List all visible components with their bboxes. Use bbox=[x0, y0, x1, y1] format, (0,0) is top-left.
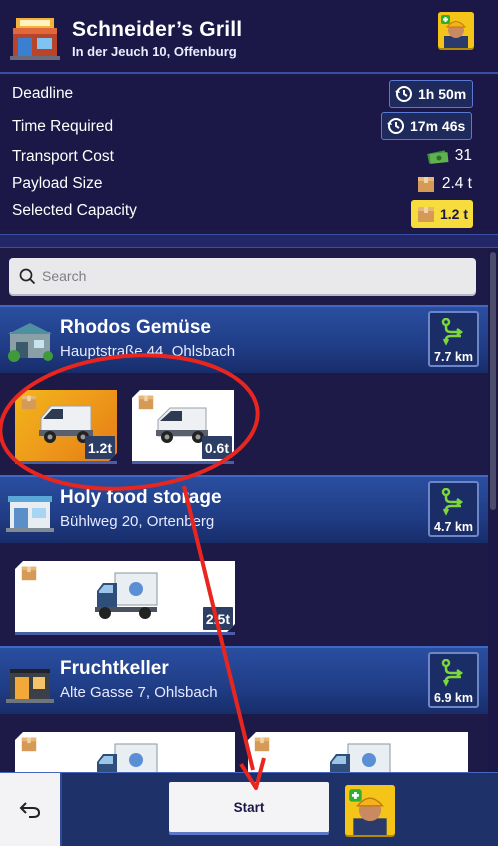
selected-capacity-value: 1.2 t bbox=[439, 206, 468, 222]
cash-icon bbox=[426, 150, 449, 164]
time-required-label: Time Required bbox=[12, 118, 114, 135]
package-box-icon bbox=[20, 735, 38, 753]
package-box-icon bbox=[417, 207, 434, 222]
vehicle-card[interactable]: 2.5t bbox=[15, 561, 235, 632]
search-icon bbox=[19, 268, 36, 284]
vehicle-card[interactable] bbox=[15, 732, 235, 772]
order-details-panel: Deadline 1h 50m Time Required 17m 46s Tr… bbox=[0, 76, 498, 230]
store-address: Alte Gasse 7, Ohlsbach bbox=[60, 684, 218, 701]
route-icon bbox=[441, 659, 464, 687]
search-bar[interactable] bbox=[9, 258, 476, 294]
card-shadow bbox=[15, 632, 235, 635]
store-header-fruchtkeller[interactable]: Fruchtkeller Alte Gasse 7, Ohlsbach 6.9 … bbox=[0, 646, 488, 714]
route-distance: 7.7 km bbox=[434, 350, 473, 364]
vehicle-capacity: 2.5t bbox=[203, 607, 233, 630]
store-address: Bühlweg 20, Ortenberg bbox=[60, 513, 215, 530]
route-button[interactable]: 6.9 km bbox=[428, 652, 479, 708]
route-button[interactable]: 4.7 km bbox=[428, 481, 479, 537]
warehouse-icon bbox=[6, 669, 54, 703]
deadline-badge: 1h 50m bbox=[389, 80, 474, 108]
time-required-badge: 17m 46s bbox=[381, 112, 473, 140]
store-name: Holy food storage bbox=[60, 487, 222, 508]
selected-capacity-badge: 1.2 t bbox=[410, 200, 473, 228]
transport-cost-label: Transport Cost bbox=[12, 148, 114, 165]
package-box-icon bbox=[253, 735, 271, 753]
scrollbar-thumb[interactable] bbox=[490, 252, 496, 510]
worker-avatar-button[interactable] bbox=[345, 785, 395, 835]
route-icon bbox=[441, 488, 464, 516]
store-name: Fruchtkeller bbox=[60, 658, 169, 679]
clock-refresh-icon bbox=[387, 118, 404, 134]
package-box-icon bbox=[417, 177, 434, 192]
worker-avatar-button[interactable] bbox=[438, 12, 474, 48]
box-truck-icon bbox=[326, 740, 392, 772]
section-divider bbox=[0, 234, 498, 248]
route-button[interactable]: 7.7 km bbox=[428, 311, 479, 367]
worker-avatar-icon bbox=[438, 12, 474, 48]
store-address: Hauptstraße 44, Ohlsbach bbox=[60, 343, 236, 360]
back-button[interactable] bbox=[0, 773, 62, 846]
back-arrow-icon bbox=[19, 802, 41, 818]
start-button[interactable]: Start bbox=[169, 782, 329, 832]
warehouse-icon bbox=[8, 323, 53, 362]
route-distance: 4.7 km bbox=[434, 520, 473, 534]
store-header-rhodos-gemuese[interactable]: Rhodos Gemüse Hauptstraße 44, Ohlsbach 7… bbox=[0, 305, 488, 373]
vehicle-card-selected[interactable]: 1.2t bbox=[15, 390, 117, 461]
search-input[interactable] bbox=[42, 268, 442, 284]
transport-cost: 31 bbox=[426, 147, 472, 165]
store-name: Rhodos Gemüse bbox=[60, 317, 211, 338]
bottom-action-bar: Start bbox=[0, 772, 498, 846]
route-icon bbox=[441, 318, 464, 346]
selected-capacity-label: Selected Capacity bbox=[12, 202, 137, 219]
order-header: Schneider’s Grill In der Jeuch 10, Offen… bbox=[0, 0, 498, 74]
page-title: Schneider’s Grill bbox=[72, 18, 243, 41]
card-shadow bbox=[132, 461, 234, 464]
payload-size-label: Payload Size bbox=[12, 175, 103, 192]
vehicle-card[interactable]: 0.6t bbox=[132, 390, 234, 461]
supplier-list[interactable]: Rhodos Gemüse Hauptstraße 44, Ohlsbach 7… bbox=[0, 248, 488, 772]
vehicle-capacity: 1.2t bbox=[85, 436, 115, 459]
package-box-icon bbox=[20, 564, 38, 582]
worker-avatar-icon bbox=[345, 785, 395, 835]
deadline-value: 1h 50m bbox=[418, 86, 467, 102]
transport-cost-value: 31 bbox=[454, 147, 472, 164]
payload-size: 2.4 t bbox=[416, 174, 472, 194]
vehicle-capacity: 0.6t bbox=[202, 436, 232, 459]
payload-size-value: 2.4 t bbox=[441, 175, 472, 192]
store-header-holy-food-storage[interactable]: Holy food storage Bühlweg 20, Ortenberg … bbox=[0, 475, 488, 543]
box-truck-icon bbox=[93, 569, 159, 623]
destination-address: In der Jeuch 10, Offenburg bbox=[72, 44, 237, 59]
deadline-label: Deadline bbox=[12, 85, 74, 102]
clock-refresh-icon bbox=[395, 86, 412, 102]
box-truck-icon bbox=[93, 740, 159, 772]
card-shadow bbox=[15, 461, 117, 464]
warehouse-icon bbox=[6, 496, 54, 532]
time-required-value: 17m 46s bbox=[410, 118, 466, 134]
vehicle-card[interactable] bbox=[248, 732, 468, 772]
route-distance: 6.9 km bbox=[434, 691, 473, 705]
restaurant-building-icon bbox=[10, 18, 60, 60]
scrollbar[interactable] bbox=[488, 248, 498, 772]
